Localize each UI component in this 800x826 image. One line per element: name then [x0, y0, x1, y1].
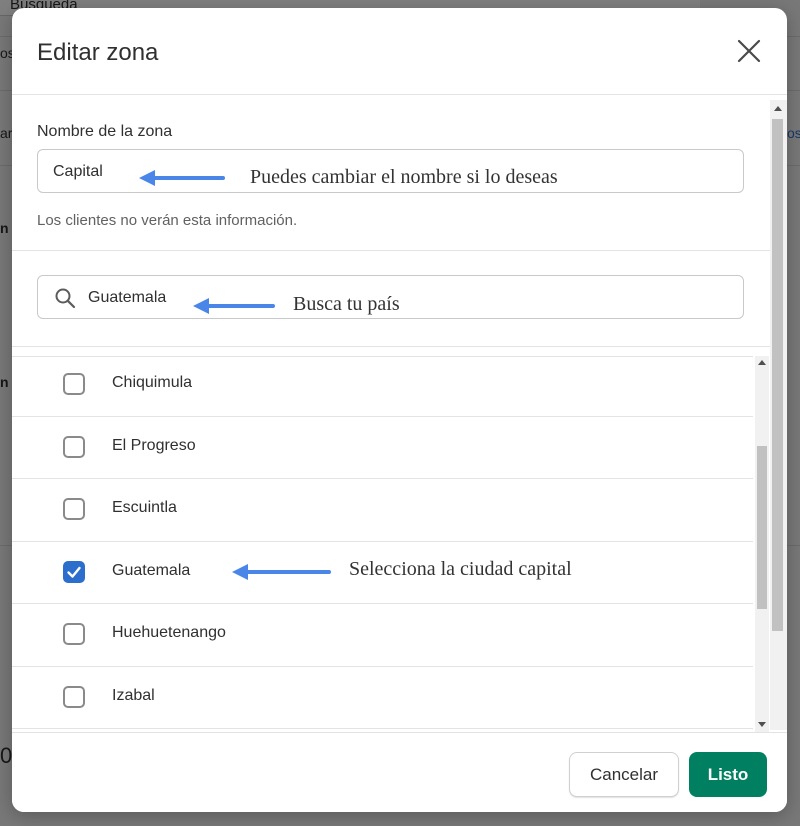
- zone-name-value: Capital: [53, 163, 103, 180]
- list-item-label: Guatemala: [112, 561, 191, 579]
- department-list: Chiquimula El Progreso Escuintla Guatemala S…: [12, 356, 753, 733]
- checkbox[interactable]: [63, 435, 85, 458]
- modal-scrollbar[interactable]: [770, 100, 787, 730]
- scroll-up-icon[interactable]: [758, 360, 766, 365]
- checkbox[interactable]: [63, 560, 85, 583]
- list-item-label: Izabal: [112, 686, 155, 704]
- list-item-label: Huehuetenango: [112, 624, 226, 641]
- scroll-down-icon[interactable]: [758, 722, 766, 727]
- close-button[interactable]: [734, 36, 764, 66]
- list-item[interactable]: Chiquimula: [12, 357, 753, 417]
- done-button[interactable]: Listo: [689, 752, 767, 797]
- checkmark-icon: [67, 566, 81, 578]
- edit-zone-modal: Editar zona Nombre de la zona Capital Pu…: [12, 8, 787, 812]
- checkbox[interactable]: [63, 498, 85, 520]
- annotation-search: Busca tu país: [293, 293, 400, 315]
- modal-header: Editar zona: [12, 8, 787, 95]
- modal-footer: Cancelar Listo: [12, 732, 787, 812]
- arrow-left-icon: [232, 563, 331, 580]
- list-scrollbar[interactable]: [755, 356, 769, 732]
- checkbox[interactable]: [63, 373, 85, 395]
- modal-scrollbar-thumb[interactable]: [772, 119, 783, 631]
- zone-name-section: Nombre de la zona Capital Puedes cambiar…: [12, 94, 772, 251]
- close-icon: [737, 39, 761, 63]
- search-icon: [55, 288, 76, 309]
- annotation-zone-name: Puedes cambiar el nombre si lo deseas: [250, 166, 558, 188]
- zone-name-label: Nombre de la zona: [37, 123, 173, 140]
- help-text: Los clientes no verán esta información.: [37, 212, 298, 229]
- list-item-label: El Progreso: [112, 436, 196, 454]
- list-item[interactable]: Huehuetenango: [12, 604, 753, 667]
- modal-title: Editar zona: [37, 39, 159, 66]
- list-item[interactable]: Guatemala Selecciona la ciudad capital: [12, 542, 753, 604]
- list-item[interactable]: Escuintla: [12, 479, 753, 542]
- cancel-button[interactable]: Cancelar: [569, 752, 679, 797]
- annotation-select: Selecciona la ciudad capital: [349, 557, 572, 580]
- checkbox[interactable]: [63, 685, 85, 708]
- scroll-up-icon[interactable]: [774, 106, 782, 111]
- checkbox[interactable]: [63, 623, 85, 645]
- list-item-label: Escuintla: [112, 499, 177, 516]
- department-list-items: Chiquimula El Progreso Escuintla Guatemala S…: [12, 357, 753, 729]
- search-value: Guatemala: [88, 289, 167, 306]
- list-item-label: Chiquimula: [112, 374, 193, 391]
- search-section: Guatemala Busca tu país: [12, 251, 772, 347]
- arrow-left-icon: [139, 170, 225, 186]
- modal-body: Nombre de la zona Capital Puedes cambiar…: [12, 94, 787, 732]
- list-item[interactable]: Izabal: [12, 667, 753, 729]
- list-item[interactable]: El Progreso: [12, 417, 753, 479]
- list-scrollbar-thumb[interactable]: [757, 446, 767, 609]
- arrow-left-icon: [193, 298, 275, 314]
